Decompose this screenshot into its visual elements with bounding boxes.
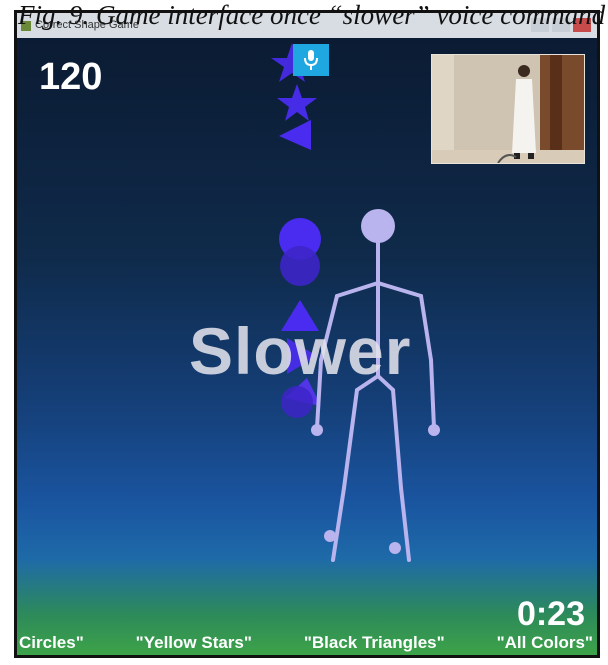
command-circles: Circles" — [19, 633, 84, 652]
falling-star — [277, 84, 317, 121]
game-canvas: 120 Slower 0:23 Circles" "Yellow Stars" … — [17, 38, 597, 655]
camera-preview — [431, 54, 585, 164]
countdown-timer: 0:23 — [516, 595, 585, 633]
falling-circle — [280, 246, 320, 286]
falling-triangle — [279, 120, 311, 150]
voice-command-feedback: Slower — [189, 314, 412, 388]
falling-circle — [281, 386, 313, 418]
figure-caption: Fig. 9. Game interface once “slower” voi… — [18, 0, 606, 30]
game-window: Correct Shape Game 120 Slower 0:23 Circl… — [14, 10, 600, 658]
command-black-triangles: "Black Triangles" — [303, 633, 445, 652]
skeleton-right-hand — [428, 424, 440, 436]
skeleton-head — [361, 209, 395, 243]
camera-feed — [432, 55, 584, 163]
command-yellow-stars: "Yellow Stars" — [135, 633, 252, 652]
skeleton-left-hand — [311, 424, 323, 436]
player-skeleton — [315, 239, 436, 562]
mic-button[interactable] — [293, 44, 329, 76]
skeleton-right-foot — [389, 542, 401, 554]
score-display: 120 — [39, 56, 103, 98]
skeleton-left-foot — [324, 530, 336, 542]
command-all-colors: "All Colors" — [496, 633, 593, 652]
voice-command-bar: Circles" "Yellow Stars" "Black Triangles… — [17, 630, 597, 655]
microphone-icon — [304, 50, 318, 70]
